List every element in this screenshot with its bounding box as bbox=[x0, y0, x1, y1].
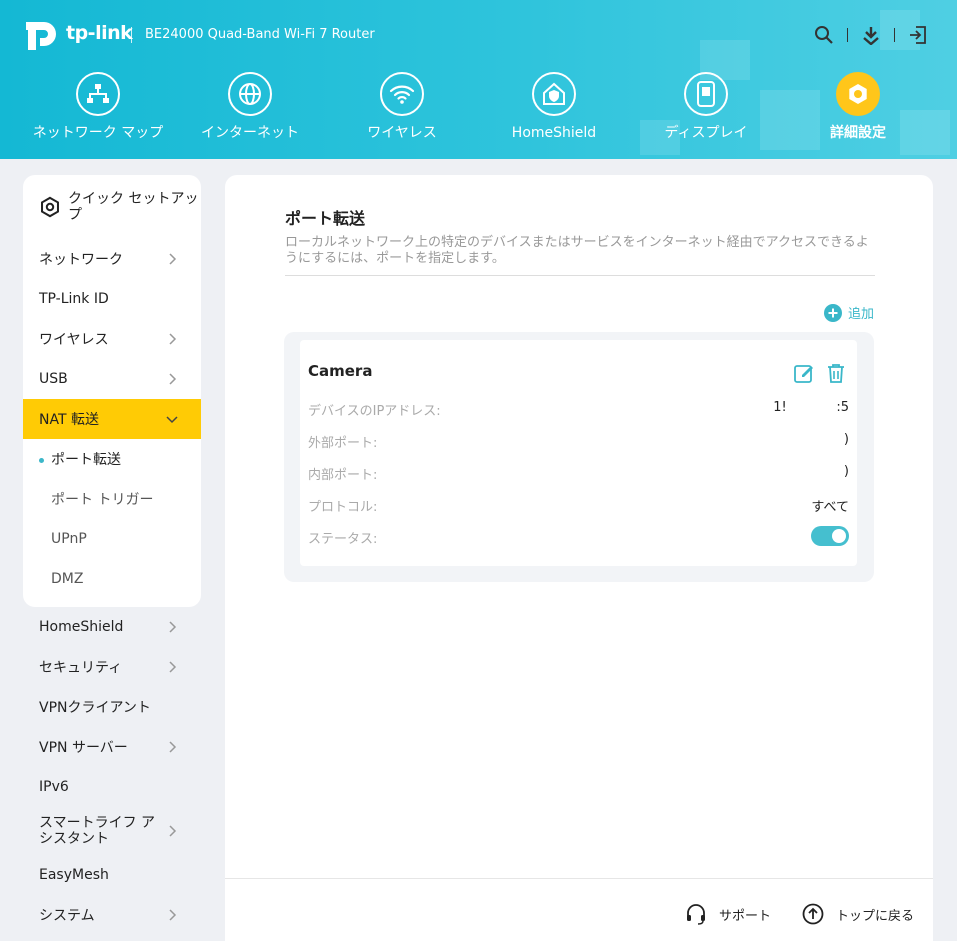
delete-icon[interactable] bbox=[825, 362, 847, 384]
sidebar-item-security[interactable]: セキュリティ bbox=[23, 647, 201, 687]
divider bbox=[131, 27, 132, 43]
sidebar-item-nat-forwarding[interactable]: NAT 転送 bbox=[23, 399, 201, 439]
headset-icon bbox=[687, 904, 705, 925]
active-dot bbox=[39, 458, 44, 463]
chevron-down-icon bbox=[166, 416, 178, 424]
footer: サポート トップに戻る bbox=[225, 878, 933, 941]
logout-icon[interactable] bbox=[907, 24, 929, 46]
sidebar-item-system[interactable]: システム bbox=[23, 895, 201, 935]
wifi-icon bbox=[380, 72, 424, 116]
chevron-right-icon bbox=[169, 253, 177, 265]
gear-icon bbox=[41, 196, 59, 218]
nav-advanced[interactable]: 詳細設定 bbox=[783, 70, 933, 141]
nav-network-map[interactable]: ネットワーク マップ bbox=[23, 70, 173, 141]
sidebar-item-wireless[interactable]: ワイヤレス bbox=[23, 319, 201, 359]
rule-name: Camera bbox=[308, 362, 373, 380]
chevron-right-icon bbox=[169, 661, 177, 673]
sidebar: クイック セットアップ ネットワーク TP-Link ID ワイヤレス USB … bbox=[23, 175, 201, 935]
sidebar-subitem-upnp[interactable]: UPnP bbox=[23, 519, 201, 559]
model-name: BE24000 Quad-Band Wi-Fi 7 Router bbox=[145, 27, 375, 42]
status-toggle[interactable] bbox=[811, 526, 849, 546]
sidebar-item-smart-life-assistant[interactable]: スマートライフ アシスタント bbox=[23, 807, 201, 855]
sidebar-item-tplink-id[interactable]: TP-Link ID bbox=[23, 279, 201, 319]
row-device-ip: デバイスのIPアドレス: 1! :5 bbox=[308, 400, 849, 419]
search-icon[interactable] bbox=[813, 24, 835, 46]
sidebar-item-ipv6[interactable]: IPv6 bbox=[23, 767, 201, 807]
sidebar-item-quick-setup[interactable]: クイック セットアップ bbox=[23, 175, 201, 239]
display-icon bbox=[684, 72, 728, 116]
sidebar-item-usb[interactable]: USB bbox=[23, 359, 201, 399]
sidebar-subitem-dmz[interactable]: DMZ bbox=[23, 559, 201, 599]
add-button[interactable]: 追加 bbox=[823, 303, 874, 322]
download-icon[interactable] bbox=[860, 24, 882, 46]
sidebar-item-easymesh[interactable]: EasyMesh bbox=[23, 855, 201, 895]
chevron-right-icon bbox=[169, 825, 177, 837]
sidebar-subitem-port-trigger[interactable]: ポート トリガー bbox=[23, 479, 201, 519]
divider bbox=[894, 28, 895, 42]
tp-link-logo-icon bbox=[26, 22, 56, 50]
page-title: ポート転送 bbox=[285, 209, 366, 228]
page-description: ローカルネットワーク上の特定のデバイスまたはサービスをインターネット経由でアクセ… bbox=[285, 235, 869, 266]
main-panel: ポート転送 ローカルネットワーク上の特定のデバイスまたはサービスをインターネット… bbox=[225, 175, 933, 941]
sidebar-subitem-port-forwarding[interactable]: ポート転送 bbox=[23, 439, 201, 479]
nav-wireless[interactable]: ワイヤレス bbox=[327, 70, 477, 141]
plus-circle-icon bbox=[823, 303, 842, 322]
gear-icon bbox=[836, 72, 880, 116]
chevron-right-icon bbox=[169, 373, 177, 385]
sidebar-item-homeshield[interactable]: HomeShield bbox=[23, 607, 201, 647]
row-external-port: 外部ポート: ) bbox=[308, 432, 849, 451]
chevron-right-icon bbox=[169, 741, 177, 753]
nav-display[interactable]: ディスプレイ bbox=[631, 70, 781, 141]
support-link[interactable]: サポート bbox=[685, 903, 771, 925]
brand-name: tp-link bbox=[66, 22, 133, 44]
chevron-right-icon bbox=[169, 621, 177, 633]
edit-icon[interactable] bbox=[793, 362, 815, 384]
shield-home-icon bbox=[532, 72, 576, 116]
sidebar-item-vpn-client[interactable]: VPNクライアント bbox=[23, 687, 201, 727]
row-internal-port: 内部ポート: ) bbox=[308, 464, 849, 483]
globe-icon bbox=[228, 72, 272, 116]
back-to-top-link[interactable]: トップに戻る bbox=[802, 903, 914, 925]
sidebar-item-network[interactable]: ネットワーク bbox=[23, 239, 201, 279]
arrow-up-circle-icon bbox=[802, 903, 824, 925]
rule-card: Camera デバイスのIPアドレス: 1! :5 外部ポート: ) 内部ポート… bbox=[300, 340, 857, 566]
chevron-right-icon bbox=[169, 909, 177, 921]
header: tp-link BE24000 Quad-Band Wi-Fi 7 Router… bbox=[0, 0, 957, 159]
row-protocol: プロトコル: すべて bbox=[308, 500, 849, 515]
chevron-right-icon bbox=[169, 333, 177, 345]
nav-internet[interactable]: インターネット bbox=[175, 70, 325, 141]
nav-homeshield[interactable]: HomeShield bbox=[479, 70, 629, 141]
network-map-icon bbox=[76, 72, 120, 116]
divider bbox=[285, 275, 875, 276]
divider bbox=[847, 28, 848, 42]
sidebar-item-vpn-server[interactable]: VPN サーバー bbox=[23, 727, 201, 767]
row-status: ステータス: bbox=[308, 526, 849, 548]
rule-card-container: Camera デバイスのIPアドレス: 1! :5 外部ポート: ) 内部ポート… bbox=[284, 332, 874, 582]
